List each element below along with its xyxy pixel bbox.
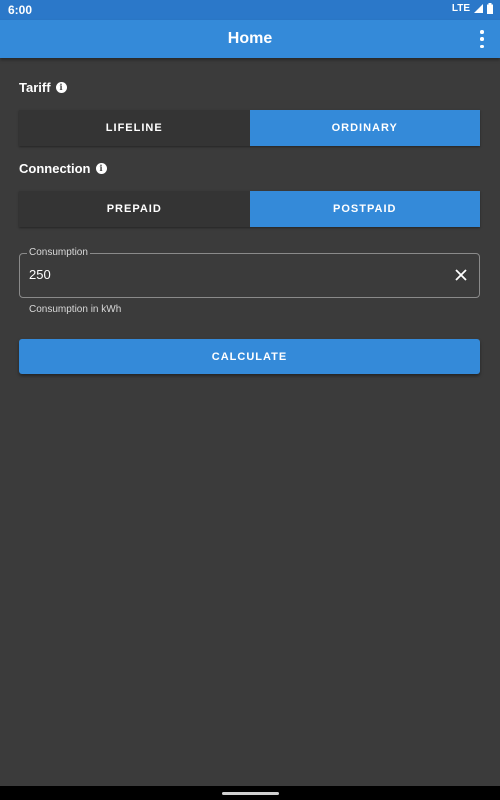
more-vert-icon[interactable] [476,30,488,48]
status-bar: 6:00 LTE [0,0,500,20]
tariff-option-lifeline[interactable]: LIFELINE [19,110,250,146]
connection-option-prepaid[interactable]: PREPAID [19,191,250,227]
connection-section-label: Connection i [19,161,107,176]
tariff-section-label: Tariff i [19,80,67,95]
app-bar: Home [0,20,500,58]
calculate-button[interactable]: CALCULATE [19,339,480,374]
consumption-field-label: Consumption [27,247,90,258]
page-title: Home [227,30,273,47]
navigation-bar [0,786,500,800]
tariff-info-icon[interactable]: i [55,82,67,93]
signal-icon [474,4,483,13]
connection-info-icon[interactable]: i [95,163,107,174]
network-type: LTE [451,3,470,14]
tariff-label: Tariff [19,80,51,95]
connection-toggle: PREPAID POSTPAID [19,191,480,227]
battery-icon [487,3,493,14]
connection-option-postpaid[interactable]: POSTPAID [249,191,480,227]
tariff-option-ordinary[interactable]: ORDINARY [249,110,480,146]
close-icon[interactable] [454,268,468,282]
consumption-field: Consumption [19,247,480,298]
tariff-toggle: LIFELINE ORDINARY [19,110,480,146]
home-handle[interactable] [222,792,279,795]
status-icons: LTE [452,3,493,14]
consumption-helper-text: Consumption in kWh [29,304,122,315]
status-time: 6:00 [8,3,33,17]
consumption-input[interactable] [29,267,429,282]
connection-label: Connection [19,161,91,176]
